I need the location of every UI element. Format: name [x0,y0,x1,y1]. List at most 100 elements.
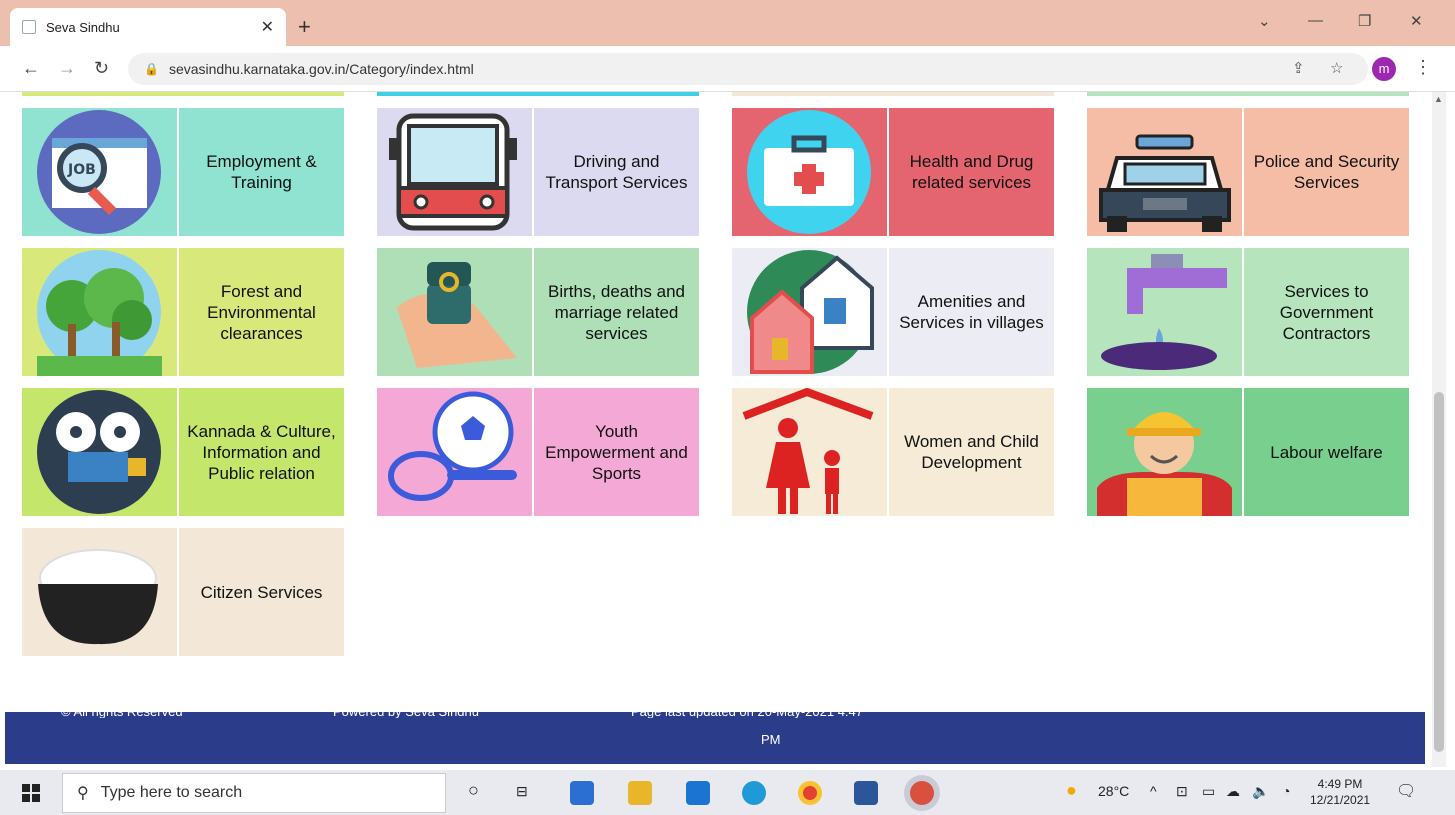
footer-updated-pm: PM [761,732,781,747]
category-card[interactable]: JOB Employment & Training [22,108,344,236]
category-card[interactable]: Driving and Transport Services [377,108,699,236]
category-card[interactable]: Forest and Environmental clearances [22,248,344,376]
new-tab-button[interactable]: + [298,14,311,40]
taskbar-search-placeholder: Type here to search [100,784,243,801]
close-window-button[interactable]: ✕ [1410,12,1423,30]
forward-arrow-icon[interactable]: → [58,58,76,79]
search-icon: ⚲ [77,785,89,802]
clock-time: 4:49 PM [1317,777,1363,791]
bookmark-star-icon[interactable]: ☆ [1330,59,1343,77]
chrome-active-icon[interactable] [910,781,934,805]
back-arrow-icon[interactable]: ← [22,58,40,79]
wifi-icon[interactable]: ◔ [1282,783,1290,799]
category-label[interactable]: Employment & Training [177,108,344,236]
chrome-icon[interactable] [798,781,822,805]
category-card[interactable]: Citizen Services [22,528,344,656]
clipped-card [1087,92,1409,96]
battery-icon[interactable]: ▭ [1202,783,1215,800]
edge-icon[interactable] [742,781,766,805]
bus-icon[interactable] [377,108,532,236]
ring-box-icon[interactable] [377,248,532,376]
clipped-card [377,92,699,96]
category-label[interactable]: Amenities and Services in villages [887,248,1054,376]
water-tap-icon[interactable] [1087,248,1242,376]
page-footer: © All rights Reserved Powered by Seva Si… [5,704,1425,764]
browser-tab-bar: Seva Sindhu ✕ + ⌄ — ❐ ✕ [0,0,1455,46]
profile-avatar[interactable]: m [1372,57,1396,81]
category-label[interactable]: Forest and Environmental clearances [177,248,344,376]
task-view-icon[interactable]: ⊟ [516,783,528,800]
category-label[interactable]: Births, deaths and marriage related serv… [532,248,699,376]
windows-taskbar: ⚲ Type here to search ○ ⊟ ● 28°C ^ ⊡ ▭ ☁… [0,770,1455,815]
clipped-card [732,92,1054,96]
footer-powered: Powered by Seva Sindhu [333,704,479,718]
word-icon[interactable] [854,781,878,805]
clock-date: 12/21/2021 [1310,793,1371,807]
file-explorer-icon[interactable] [628,781,652,805]
category-label[interactable]: Services to Government Contractors [1242,248,1409,376]
category-label[interactable]: Women and Child Development [887,388,1054,516]
url-text: sevasindhu.karnataka.gov.in/Category/ind… [168,61,474,77]
windows-start-icon[interactable] [22,784,40,802]
category-card[interactable]: Services to Government Contractors [1087,248,1409,376]
lock-icon: 🔒 [144,62,159,76]
page-viewport: JOB Employment & Training Driving and Tran… [0,92,1440,767]
cortana-icon[interactable]: ○ [468,780,479,801]
tab-search-dropdown-icon[interactable]: ⌄ [1258,12,1271,30]
category-label[interactable]: Labour welfare [1242,388,1409,516]
tab-title: Seva Sindhu [46,19,120,35]
category-card[interactable]: Amenities and Services in villages [732,248,1054,376]
police-car-icon[interactable] [1087,108,1242,236]
village-houses-icon[interactable] [732,248,887,376]
category-label[interactable]: Youth Empowerment and Sports [532,388,699,516]
share-icon[interactable]: ⇪ [1292,59,1305,77]
network-icon[interactable]: ⊡ [1176,783,1188,800]
category-label[interactable]: Citizen Services [177,528,344,656]
rice-bowl-icon[interactable] [22,528,177,656]
mother-child-icon[interactable] [732,388,887,516]
address-bar[interactable]: 🔒 sevasindhu.karnataka.gov.in/Category/i… [128,53,1368,85]
football-racket-icon[interactable] [377,388,532,516]
mail-icon[interactable] [686,781,710,805]
category-card[interactable]: Labour welfare [1087,388,1409,516]
store-icon[interactable] [570,781,594,805]
minimize-button[interactable]: — [1308,12,1323,29]
weather-sun-icon[interactable]: ● [1066,780,1077,801]
page-scrollbar[interactable]: ▲ [1432,92,1446,767]
category-card[interactable]: Births, deaths and marriage related serv… [377,248,699,376]
browser-toolbar: ← → ↻ 🔒 sevasindhu.karnataka.gov.in/Cate… [0,46,1455,92]
browser-tab[interactable]: Seva Sindhu ✕ [10,8,286,46]
worker-helmet-icon[interactable] [1087,388,1242,516]
reload-icon[interactable]: ↻ [94,58,109,79]
page-favicon-icon [22,20,36,34]
volume-icon[interactable]: 🔈 [1252,783,1269,800]
close-tab-icon[interactable]: ✕ [261,17,274,37]
taskbar-clock[interactable]: 4:49 PM 12/21/2021 [1310,776,1370,808]
footer-updated: Page last updated on 20-May-2021 4:47 [631,704,864,718]
medical-kit-icon[interactable] [732,108,887,236]
restore-button[interactable]: ❐ [1358,12,1371,30]
film-projector-icon[interactable] [22,388,177,516]
category-card[interactable]: Women and Child Development [732,388,1054,516]
taskbar-search-box[interactable]: ⚲ Type here to search [62,773,446,813]
category-card[interactable]: Kannada & Culture, Information and Publi… [22,388,344,516]
footer-rights: © All rights Reserved [61,704,183,718]
category-card[interactable]: Health and Drug related services [732,108,1054,236]
category-card[interactable]: Police and Security Services [1087,108,1409,236]
category-label[interactable]: Health and Drug related services [887,108,1054,236]
show-hidden-icons-icon[interactable]: ^ [1150,783,1157,799]
forest-icon[interactable] [22,248,177,376]
category-card[interactable]: Youth Empowerment and Sports [377,388,699,516]
menu-kebab-icon[interactable]: ⋮ [1414,57,1432,78]
svg-text:JOB: JOB [67,162,96,178]
clipped-card [22,92,344,96]
category-label[interactable]: Kannada & Culture, Information and Publi… [177,388,344,516]
weather-temp[interactable]: 28°C [1098,783,1129,799]
scrollbar-thumb[interactable] [1434,392,1444,752]
job-search-icon[interactable]: JOB [22,108,177,236]
notification-icon[interactable]: 🗨 [1396,781,1416,801]
scroll-up-arrow-icon[interactable]: ▲ [1434,94,1443,104]
category-label[interactable]: Police and Security Services [1242,108,1409,236]
onedrive-cloud-icon[interactable]: ☁ [1226,783,1240,800]
category-label[interactable]: Driving and Transport Services [532,108,699,236]
